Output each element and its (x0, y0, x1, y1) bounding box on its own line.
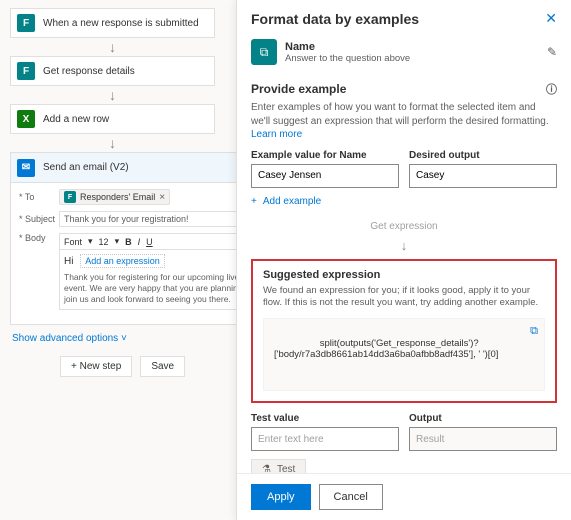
copy-icon[interactable]: ⧉ (530, 325, 538, 338)
chevron-down-icon: ˅ (121, 333, 127, 344)
forms-icon: F (17, 62, 35, 80)
edit-icon[interactable]: ✎ (547, 45, 557, 59)
bold-icon[interactable]: B (125, 237, 132, 247)
remove-chip-icon[interactable]: × (159, 192, 165, 203)
example-value-label: Example value for Name (251, 150, 399, 161)
forms-icon: F (17, 14, 35, 32)
test-value-input[interactable] (251, 427, 399, 451)
chip-label: Responders' Email (80, 192, 155, 202)
arrow-down-icon: ↓ (251, 238, 557, 253)
panel-title: Format data by examples (251, 11, 419, 27)
subject-label: * Subject (19, 214, 59, 224)
get-expression-button: Get expression (251, 221, 557, 232)
apply-button[interactable]: Apply (251, 484, 311, 510)
underline-icon[interactable]: U (146, 237, 153, 247)
body-hi: Hi (64, 256, 73, 267)
desired-output-input[interactable] (409, 164, 557, 188)
suggested-heading: Suggested expression (263, 269, 545, 281)
test-button[interactable]: ⚗ Test (251, 459, 306, 473)
body-editor[interactable]: Hi Add an expression Thank you for regis… (59, 250, 259, 310)
outlook-icon: ✉ (17, 159, 35, 177)
size-select[interactable]: 12 (99, 237, 109, 247)
desired-output-label: Desired output (409, 150, 557, 161)
suggested-desc: We found an expression for you; if it lo… (263, 285, 545, 311)
suggested-expression-box: Suggested expression We found an express… (251, 259, 557, 404)
output-display (409, 427, 557, 451)
action-add-row[interactable]: X Add a new row (10, 104, 215, 134)
chevron-down-icon[interactable]: ▾ (88, 236, 93, 247)
trigger-step[interactable]: F When a new response is submitted (10, 8, 215, 38)
save-button[interactable]: Save (140, 356, 185, 377)
excel-icon: X (17, 110, 35, 128)
to-chip[interactable]: F Responders' Email × (59, 189, 170, 205)
provide-example-desc: Enter examples of how you want to format… (251, 101, 557, 142)
new-step-button[interactable]: + New step (60, 356, 132, 377)
forms-icon: F (64, 191, 76, 203)
forms-icon: ⧉ (251, 39, 277, 65)
arrow-down-icon: ↓ (10, 38, 215, 56)
step-title: Add a new row (43, 114, 109, 125)
cancel-button[interactable]: Cancel (319, 484, 383, 510)
provide-example-heading: Provide example (251, 82, 346, 96)
step-title: When a new response is submitted (43, 18, 199, 29)
to-label: * To (19, 192, 59, 202)
body-label: * Body (19, 233, 59, 243)
example-value-input[interactable] (251, 164, 399, 188)
item-subtitle: Answer to the question above (285, 53, 539, 64)
step-title: Send an email (V2) (43, 162, 129, 173)
add-expression-chip[interactable]: Add an expression (80, 254, 165, 268)
add-example-link[interactable]: Add example (251, 196, 557, 207)
item-name: Name (285, 41, 539, 53)
info-icon[interactable]: ⓘ (546, 81, 557, 97)
arrow-down-icon: ↓ (10, 86, 215, 104)
test-value-label: Test value (251, 413, 399, 424)
expression-code: split(outputs('Get_response_details')? [… (263, 318, 545, 391)
chevron-down-icon[interactable]: ▾ (115, 236, 120, 247)
step-title: Get response details (43, 66, 135, 77)
beaker-icon: ⚗ (262, 464, 271, 473)
body-text: Thank you for registering for our upcomi… (64, 272, 254, 305)
subject-input[interactable]: Thank you for your registration! (59, 211, 259, 227)
learn-more-link[interactable]: Learn more (251, 129, 302, 140)
output-label: Output (409, 413, 557, 424)
format-data-panel: Format data by examples ✕ ⧉ Name Answer … (236, 0, 571, 520)
action-get-response[interactable]: F Get response details (10, 56, 215, 86)
italic-icon[interactable]: I (138, 237, 141, 247)
font-select[interactable]: Font (64, 237, 82, 247)
arrow-down-icon: ↓ (10, 134, 215, 152)
close-icon[interactable]: ✕ (545, 10, 557, 27)
rich-toolbar[interactable]: Font ▾ 12 ▾ B I U (59, 233, 259, 250)
